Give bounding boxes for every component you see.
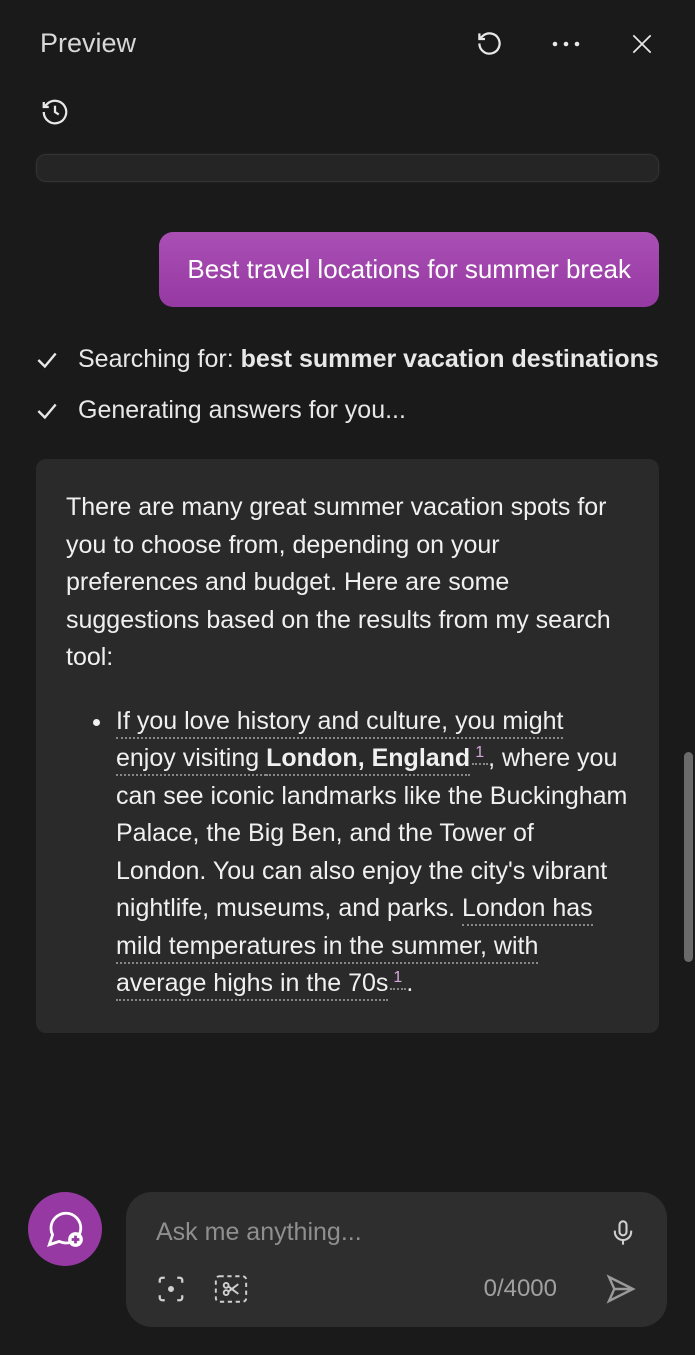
send-button[interactable] <box>605 1273 637 1305</box>
close-button[interactable] <box>629 31 655 57</box>
page-title: Preview <box>40 28 476 59</box>
close-icon <box>629 31 655 57</box>
new-chat-icon <box>44 1208 86 1250</box>
citation-link[interactable]: 1 <box>390 969 406 990</box>
mic-button[interactable] <box>609 1219 637 1247</box>
scrollbar-thumb[interactable] <box>684 752 693 962</box>
check-icon <box>34 398 60 429</box>
check-icon <box>34 347 60 378</box>
status-generating-text: Generating answers for you... <box>78 392 406 428</box>
send-icon <box>605 1273 637 1305</box>
new-topic-button[interactable] <box>28 1192 102 1266</box>
status-searching: Searching for: best summer vacation dest… <box>28 341 667 378</box>
more-icon <box>551 40 581 48</box>
more-options-button[interactable] <box>551 40 581 48</box>
visual-search-button[interactable] <box>156 1274 186 1304</box>
visual-search-icon <box>156 1274 186 1304</box>
status-search-text: Searching for: best summer vacation dest… <box>78 341 659 377</box>
refresh-button[interactable] <box>476 30 503 57</box>
header-actions <box>476 30 655 57</box>
prompt-input[interactable] <box>156 1218 609 1247</box>
refresh-icon <box>476 30 503 57</box>
clip-button[interactable] <box>214 1274 248 1304</box>
scissors-icon <box>214 1274 248 1304</box>
citation-link[interactable]: 1 <box>472 744 488 765</box>
conversation-scroll[interactable]: Best travel locations for summer break S… <box>0 142 695 1142</box>
mic-icon <box>609 1219 637 1247</box>
history-button[interactable] <box>40 97 70 127</box>
response-intro: There are many great summer vacation spo… <box>66 489 629 677</box>
history-icon <box>40 97 70 127</box>
char-counter: 0/4000 <box>484 1275 557 1303</box>
user-message-bubble: Best travel locations for summer break <box>159 232 659 307</box>
response-list-item: If you love history and culture, you mig… <box>114 703 629 1003</box>
status-generating: Generating answers for you... <box>28 392 667 429</box>
prev-card-truncated <box>36 154 659 182</box>
assistant-response: There are many great summer vacation spo… <box>36 459 659 1033</box>
composer: 0/4000 <box>126 1192 667 1327</box>
